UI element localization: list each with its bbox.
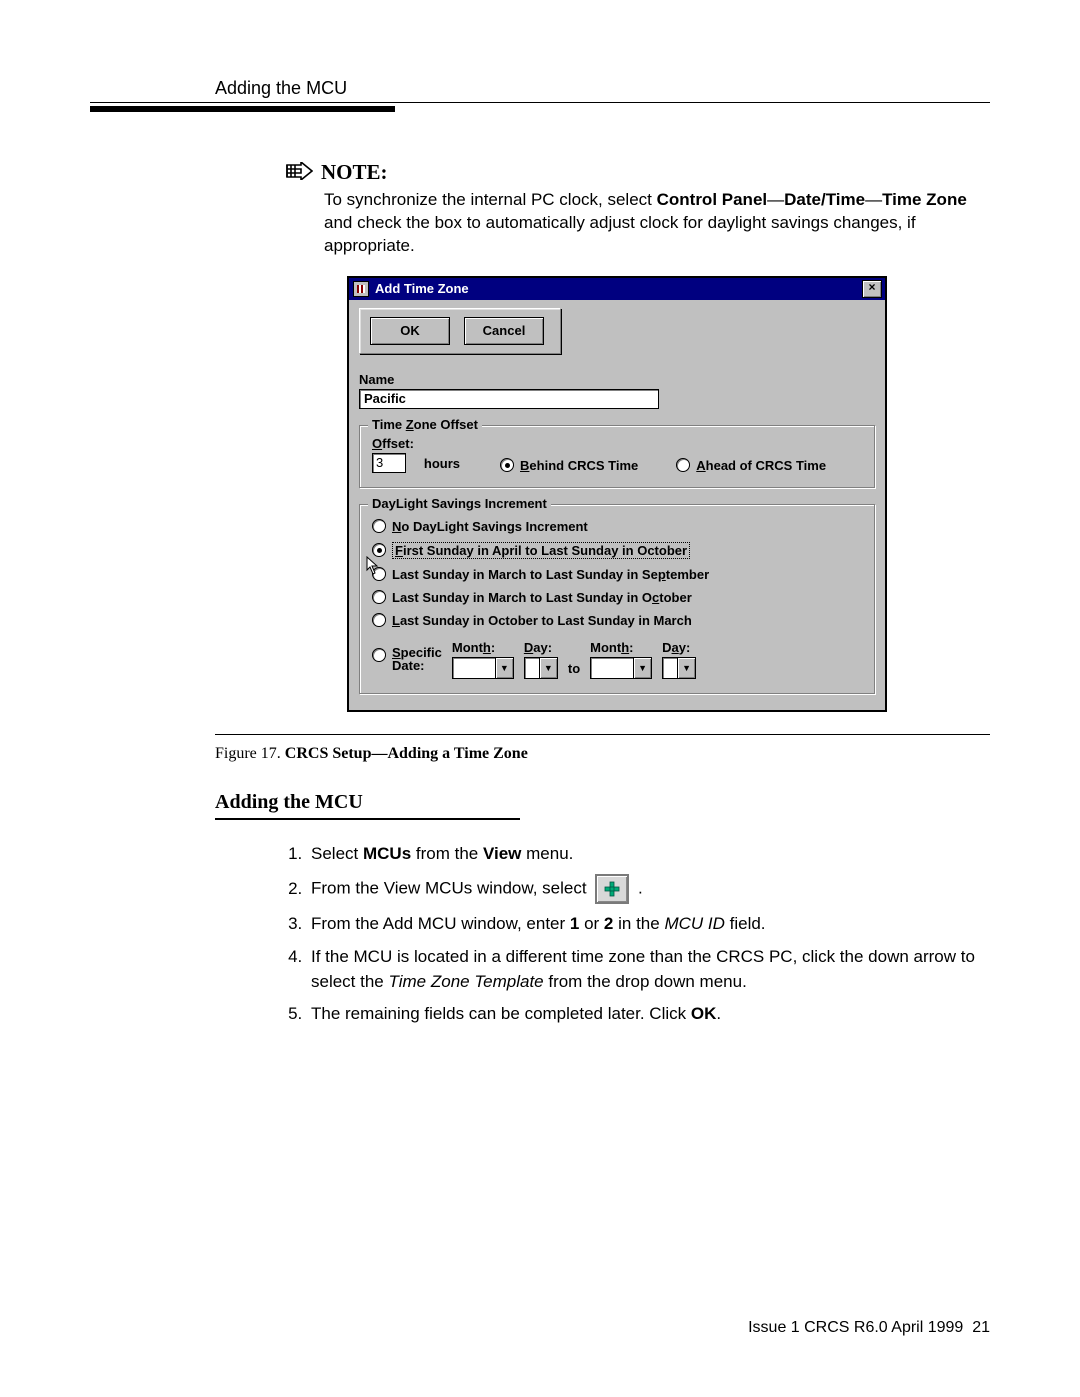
step-3: From the Add MCU window, enter 1 or 2 in…: [307, 912, 990, 937]
page-footer: Issue 1 CRCS R6.0 April 1999 21: [748, 1319, 990, 1337]
radio-dot-icon: [372, 613, 386, 627]
dls-mar-oct-radio[interactable]: Last Sunday in March to Last Sunday in O…: [372, 590, 862, 605]
month-label: Month:: [452, 640, 495, 655]
dls-mar-sep-radio[interactable]: Last Sunday in March to Last Sunday in S…: [372, 567, 862, 582]
time-zone-offset-group: Time Zone Offset Offset: hours Behind CR…: [359, 425, 875, 488]
step-1: Select MCUs from the View menu.: [307, 842, 990, 867]
dialog-title: Add Time Zone: [375, 281, 862, 296]
chevron-down-icon: ▼: [677, 658, 695, 678]
start-month-select[interactable]: ▼: [452, 657, 514, 679]
offset-input[interactable]: [372, 453, 406, 473]
dialog-app-icon: [353, 281, 369, 297]
radio-dot-icon: [500, 458, 514, 472]
section-heading: Adding the MCU: [215, 791, 990, 814]
header-rule-thick: [90, 106, 395, 112]
start-day-select[interactable]: ▼: [524, 657, 558, 679]
chevron-down-icon: ▼: [539, 658, 557, 678]
radio-dot-icon: [676, 458, 690, 472]
steps-list: Select MCUs from the View menu. From the…: [307, 842, 990, 1027]
daylight-savings-group: DayLight Savings Increment No DayLight S…: [359, 504, 875, 694]
dls-apr-oct-radio[interactable]: First Sunday in April to Last Sunday in …: [372, 542, 862, 559]
running-header: Adding the MCU: [215, 78, 347, 99]
ahead-crcs-radio[interactable]: Ahead of CRCS Time: [676, 458, 826, 473]
name-input[interactable]: [359, 389, 659, 409]
radio-dot-icon: [372, 519, 386, 533]
radio-dot-icon: [372, 648, 386, 662]
figure-caption: Figure 17. CRCS Setup—Adding a Time Zone: [215, 745, 990, 763]
offset-label: Offset:: [372, 436, 414, 451]
chevron-down-icon: ▼: [495, 658, 513, 678]
plus-icon: [602, 879, 622, 899]
radio-dot-icon: [372, 590, 386, 604]
month-label-2: Month:: [590, 640, 633, 655]
chevron-down-icon: ▼: [633, 658, 651, 678]
note-body: To synchronize the internal PC clock, se…: [324, 189, 980, 258]
behind-crcs-radio[interactable]: Behind CRCS Time: [500, 458, 638, 473]
step-4: If the MCU is located in a different tim…: [307, 945, 990, 994]
hours-label: hours: [424, 456, 460, 471]
end-day-select[interactable]: ▼: [662, 657, 696, 679]
tz-offset-legend: Time Zone Offset: [368, 417, 482, 432]
dialog-button-bar: OK Cancel: [359, 308, 561, 354]
ok-button[interactable]: OK: [370, 317, 450, 345]
close-icon[interactable]: ×: [862, 280, 882, 298]
note-label: NOTE:: [321, 160, 388, 185]
section-rule: [215, 818, 520, 820]
dls-none-radio[interactable]: No DayLight Savings Increment: [372, 519, 862, 534]
day-label-2: Day:: [662, 640, 690, 655]
step-2: From the View MCUs window, select .: [307, 874, 990, 904]
dls-oct-mar-radio[interactable]: Last Sunday in October to Last Sunday in…: [372, 613, 862, 628]
name-label: Name: [359, 372, 875, 387]
day-label: Day:: [524, 640, 552, 655]
cursor-icon: [366, 556, 380, 576]
to-label: to: [568, 661, 580, 676]
header-rule-thin: [90, 102, 990, 103]
add-icon-button[interactable]: [595, 874, 629, 904]
add-time-zone-dialog: Add Time Zone × OK Cancel Name Time Zone…: [347, 276, 887, 712]
dls-legend: DayLight Savings Increment: [368, 496, 551, 511]
step-5: The remaining fields can be completed la…: [307, 1002, 990, 1027]
note-arrow-icon: [285, 162, 313, 180]
dls-specific-radio[interactable]: SpecificDate:: [372, 646, 442, 672]
figure-rule: [215, 734, 990, 735]
cancel-button[interactable]: Cancel: [464, 317, 544, 345]
end-month-select[interactable]: ▼: [590, 657, 652, 679]
dialog-titlebar[interactable]: Add Time Zone ×: [349, 278, 885, 300]
